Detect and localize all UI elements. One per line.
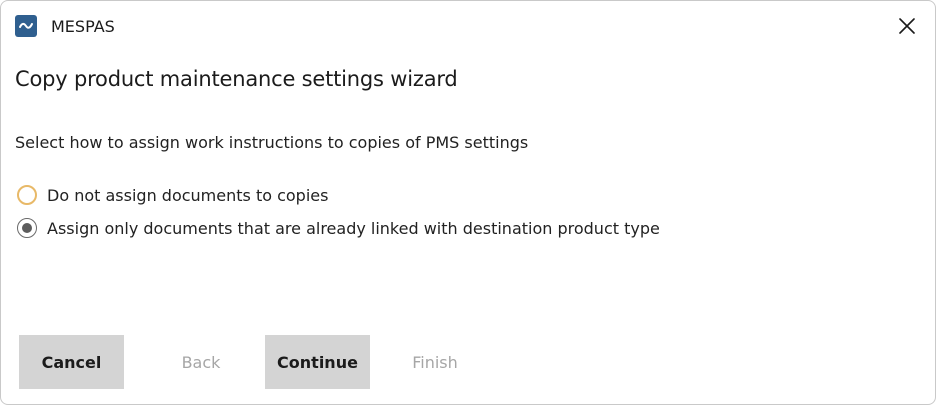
back-button[interactable]: Back — [151, 335, 251, 389]
mespas-logo-icon — [15, 15, 37, 37]
finish-button[interactable]: Finish — [385, 335, 485, 389]
title-bar: MESPAS — [1, 1, 935, 51]
wizard-dialog: MESPAS Copy product maintenance settings… — [0, 0, 936, 405]
radio-option-do-not-assign[interactable]: Do not assign documents to copies — [17, 183, 328, 207]
close-icon — [899, 18, 915, 34]
app-title: MESPAS — [51, 17, 115, 36]
close-button[interactable] — [889, 9, 925, 43]
instruction-text: Select how to assign work instructions t… — [15, 133, 529, 152]
cancel-button[interactable]: Cancel — [19, 335, 124, 389]
radio-button-unselected[interactable] — [17, 185, 37, 205]
continue-button[interactable]: Continue — [265, 335, 370, 389]
option-label: Assign only documents that are already l… — [47, 218, 660, 238]
wizard-title: Copy product maintenance settings wizard — [15, 67, 458, 91]
radio-option-assign-linked[interactable]: Assign only documents that are already l… — [17, 216, 660, 240]
option-label: Do not assign documents to copies — [47, 185, 329, 205]
radio-button-selected[interactable] — [17, 218, 37, 238]
